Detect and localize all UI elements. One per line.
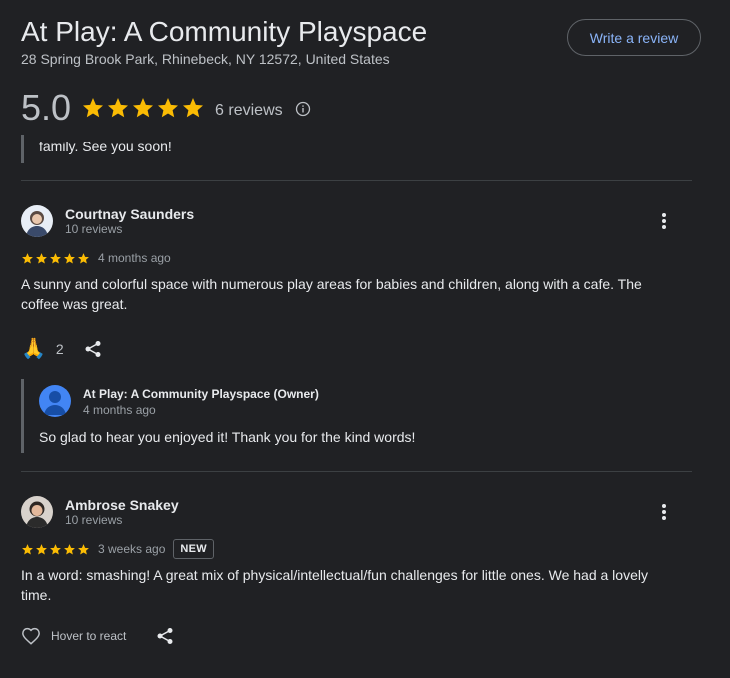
star-icon xyxy=(50,543,61,554)
review-item: Ambrose Snakey 10 reviews 3 weeks ago NE… xyxy=(21,496,692,676)
star-icon xyxy=(78,252,89,263)
star-icon xyxy=(22,543,33,554)
rating-value: 5.0 xyxy=(21,87,72,128)
reviews-list[interactable]: family. See you soon! Courtnay Saunders … xyxy=(0,135,730,678)
star-icon xyxy=(64,543,75,554)
reviewer-review-count: 10 reviews xyxy=(65,513,123,527)
review-rating-row: 4 months ago xyxy=(21,247,171,269)
owner-avatar[interactable] xyxy=(39,385,71,417)
review-text: A sunny and colorful space with numerous… xyxy=(21,276,642,312)
more-vert-icon xyxy=(662,213,666,229)
star-icon xyxy=(108,98,129,118)
reply-bar xyxy=(21,135,24,163)
review-stars xyxy=(21,252,90,265)
divider xyxy=(21,471,692,472)
place-header: At Play: A Community Playspace 28 Spring… xyxy=(21,14,711,67)
review-actions: 🙏 2 xyxy=(21,336,102,361)
star-icon xyxy=(64,252,75,263)
star-icon xyxy=(133,98,154,118)
star-icon xyxy=(158,98,179,118)
reviewer-name[interactable]: Ambrose Snakey xyxy=(65,497,179,513)
avatar[interactable] xyxy=(21,205,53,237)
more-options-button[interactable] xyxy=(650,500,678,524)
owner-reply-time: 4 months ago xyxy=(83,403,156,417)
divider xyxy=(21,180,692,181)
rating-stars xyxy=(81,96,205,120)
heart-outline-icon[interactable] xyxy=(21,627,41,645)
reaction-count: 2 xyxy=(55,340,64,357)
hover-to-react-label[interactable]: Hover to react xyxy=(51,629,126,643)
review-stars xyxy=(21,543,90,556)
more-options-button[interactable] xyxy=(650,209,678,233)
star-icon xyxy=(50,252,61,263)
owner-reply-text: So glad to hear you enjoyed it! Thank yo… xyxy=(39,429,416,445)
review-time: 3 weeks ago xyxy=(98,542,166,556)
review-time: 4 months ago xyxy=(98,251,171,265)
info-icon[interactable] xyxy=(295,101,311,117)
new-badge: NEW xyxy=(173,539,214,559)
star-icon xyxy=(22,252,33,263)
star-icon xyxy=(78,543,89,554)
review-rating-row: 3 weeks ago NEW xyxy=(21,538,214,560)
owner-reply: At Play: A Community Playspace (Owner) 4… xyxy=(21,379,692,453)
star-icon xyxy=(83,98,104,118)
more-vert-icon xyxy=(662,504,666,520)
pray-reaction-icon[interactable]: 🙏 xyxy=(21,336,46,361)
share-icon[interactable] xyxy=(84,340,102,358)
star-icon xyxy=(36,543,47,554)
write-review-button[interactable]: Write a review xyxy=(567,19,701,56)
review-actions: Hover to react xyxy=(21,627,174,645)
owner-name: At Play: A Community Playspace (Owner) xyxy=(83,387,319,401)
reviewer-name[interactable]: Courtnay Saunders xyxy=(65,206,194,222)
share-icon[interactable] xyxy=(156,627,174,645)
star-icon xyxy=(36,252,47,263)
review-text: In a word: smashing! A great mix of phys… xyxy=(21,567,648,603)
star-icon xyxy=(183,98,204,118)
rating-summary: 5.0 6 reviews xyxy=(21,86,311,130)
reviewer-review-count: 10 reviews xyxy=(65,222,123,236)
review-item: Courtnay Saunders 10 reviews 4 months ag… xyxy=(21,205,692,463)
previous-reply-text: family. See you soon! xyxy=(39,138,172,154)
review-count: 6 reviews xyxy=(215,102,283,119)
avatar[interactable] xyxy=(21,496,53,528)
